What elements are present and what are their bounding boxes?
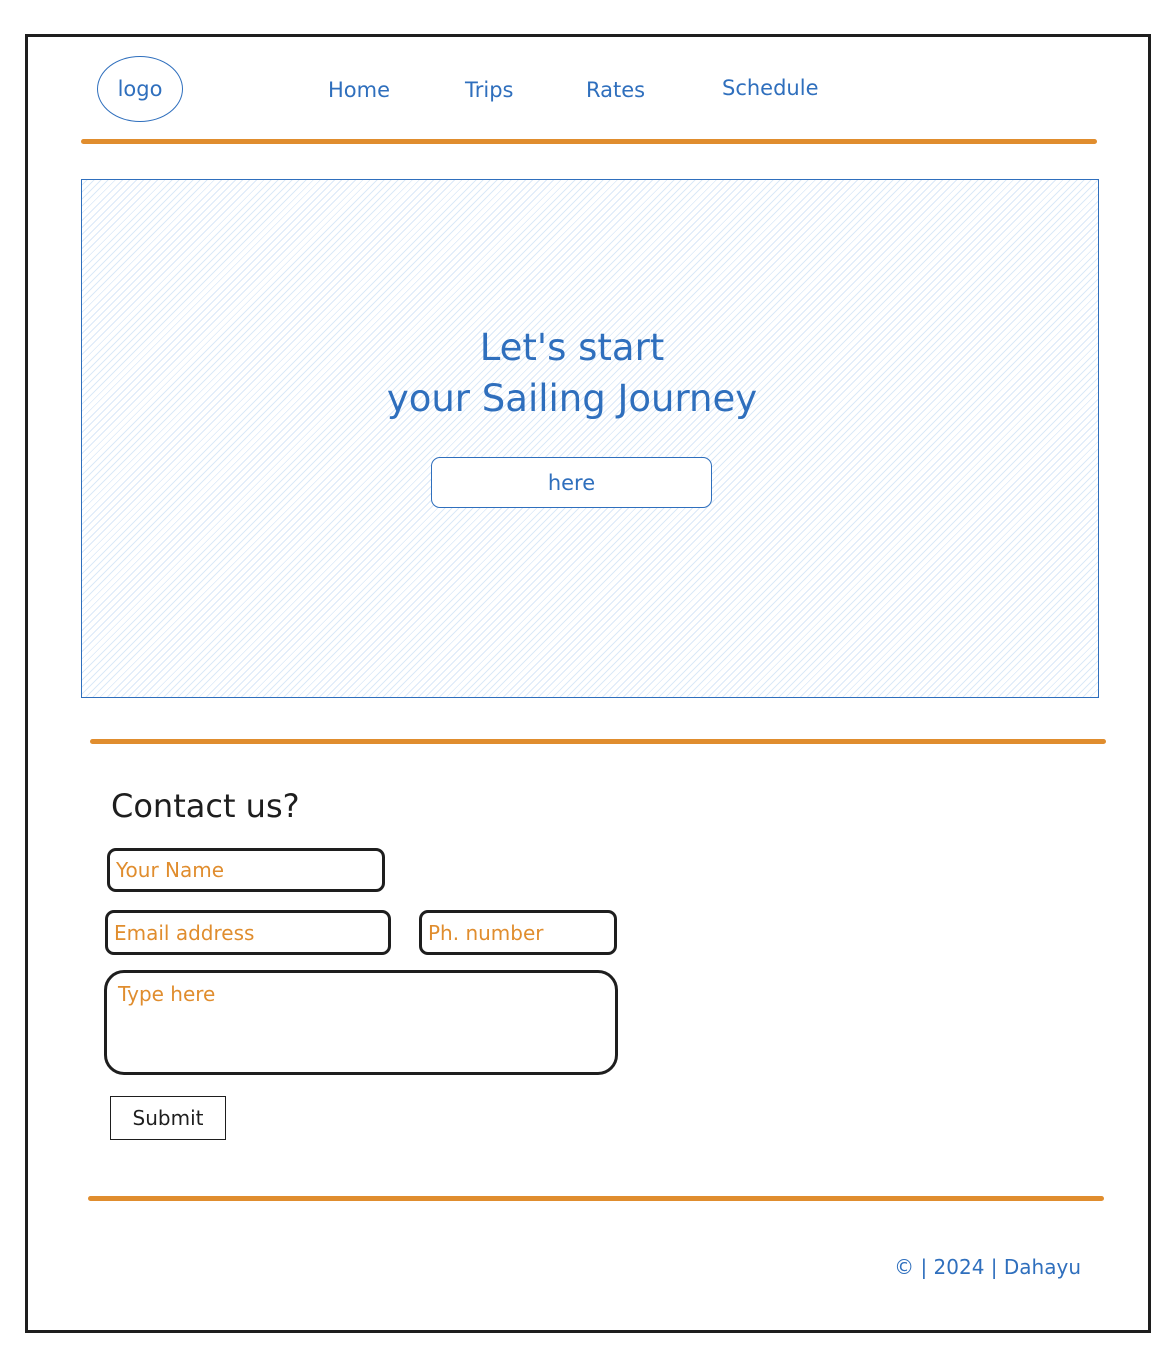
hero-title-line-1: Let's start [479, 326, 665, 369]
message-placeholder: Type here [118, 982, 216, 1006]
nav-home-link[interactable]: Home [328, 78, 390, 102]
submit-label: Submit [132, 1106, 204, 1130]
nav-schedule-link[interactable]: Schedule [722, 76, 819, 100]
phone-placeholder: Ph. number [428, 920, 544, 945]
hero-cta-label: here [547, 470, 596, 495]
nav-trips-link[interactable]: Trips [465, 78, 513, 102]
section-divider [90, 739, 1106, 744]
name-field[interactable]: Your Name [107, 848, 385, 892]
footer-copyright: © | 2024 | Dahayu [894, 1255, 1081, 1279]
footer-divider [88, 1196, 1104, 1201]
hero-title: Let's start your Sailing Journey [0, 322, 1144, 424]
hero-cta-button[interactable]: here [431, 457, 712, 508]
email-placeholder: Email address [114, 920, 255, 945]
name-placeholder: Your Name [116, 858, 225, 882]
message-textarea[interactable]: Type here [104, 970, 618, 1075]
email-field[interactable]: Email address [105, 910, 391, 955]
header-divider [81, 139, 1097, 144]
nav-rates-link[interactable]: Rates [586, 78, 645, 102]
phone-field[interactable]: Ph. number [419, 910, 617, 955]
logo[interactable]: logo [97, 56, 183, 122]
submit-button[interactable]: Submit [110, 1096, 226, 1140]
hero-banner [81, 179, 1099, 698]
contact-heading: Contact us? [111, 787, 300, 825]
hero-title-line-2: your Sailing Journey [386, 377, 758, 420]
logo-label: logo [117, 77, 163, 101]
